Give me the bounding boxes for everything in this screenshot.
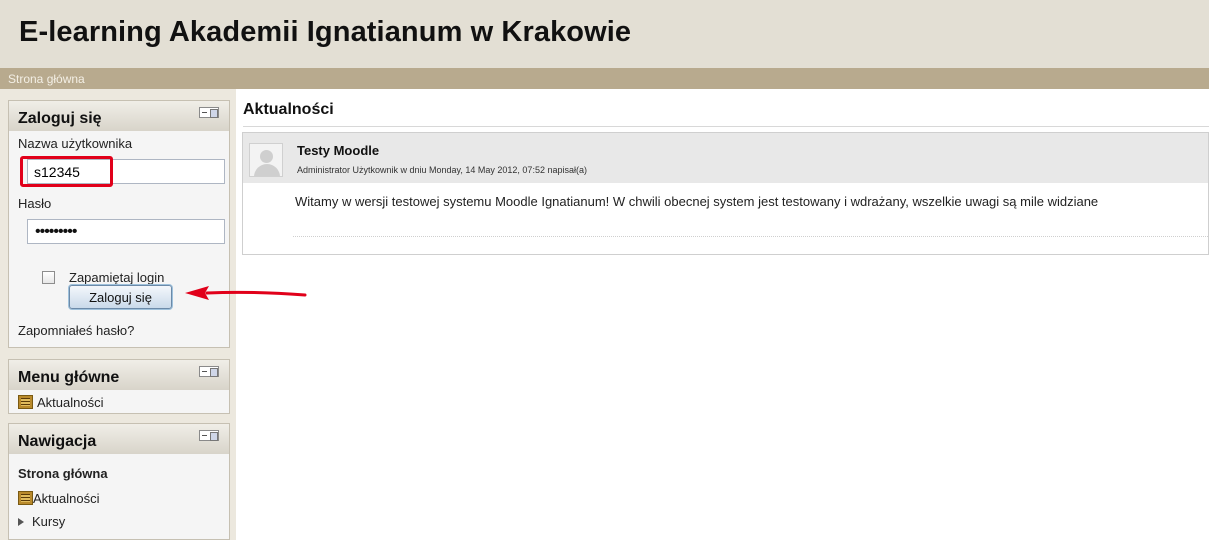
site-title: E-learning Akademii Ignatianum w Krakowi… xyxy=(19,16,632,48)
forgot-password-link[interactable]: Zapomniałeś hasło? xyxy=(18,323,134,338)
red-arrow-annotation xyxy=(185,286,307,300)
navigation-item-courses[interactable]: Kursy xyxy=(18,514,65,529)
main-menu-title: Menu główne xyxy=(18,369,120,386)
login-button[interactable]: Zaloguj się xyxy=(69,285,172,309)
username-highlight-box xyxy=(20,156,113,187)
hide-block-icon[interactable] xyxy=(199,430,219,441)
navigation-item-news[interactable]: Aktualności xyxy=(18,491,99,506)
news-forum-icon xyxy=(18,395,33,409)
main-menu-item-label: Aktualności xyxy=(37,395,104,410)
login-block: Zaloguj się Nazwa użytkownika Hasło ••••… xyxy=(8,100,230,348)
section-divider xyxy=(243,126,1209,127)
main-menu-header: Menu główne xyxy=(9,360,229,390)
password-label: Hasło xyxy=(18,196,52,211)
hide-block-icon[interactable] xyxy=(199,366,219,377)
post-subject: Testy Moodle xyxy=(297,143,380,158)
breadcrumb-home-link[interactable]: Strona główna xyxy=(8,72,85,86)
post-header: Testy Moodle Administrator Użytkownik w … xyxy=(243,133,1208,183)
navigation-block: Nawigacja Strona główna Aktualności Kurs… xyxy=(8,423,230,540)
news-forum-icon xyxy=(18,491,33,505)
main-menu-item-news[interactable]: Aktualności xyxy=(18,395,103,410)
navigation-title: Nawigacja xyxy=(18,433,97,450)
password-input[interactable]: ••••••••• xyxy=(27,219,225,244)
password-mask: ••••••••• xyxy=(35,223,77,240)
user-avatar[interactable] xyxy=(249,143,283,177)
login-block-title: Zaloguj się xyxy=(18,110,102,127)
page-header: E-learning Akademii Ignatianum w Krakowi… xyxy=(0,0,1209,68)
hide-block-icon[interactable] xyxy=(199,107,219,118)
login-block-header: Zaloguj się xyxy=(9,101,229,131)
post-body: Witamy w wersji testowej systemu Moodle … xyxy=(295,194,1099,209)
navigation-item-label: Aktualności xyxy=(33,491,100,506)
navigation-item-label: Kursy xyxy=(32,514,66,529)
remember-label: Zapamiętaj login xyxy=(69,270,165,285)
username-label: Nazwa użytkownika xyxy=(18,136,133,151)
breadcrumb: Strona główna xyxy=(0,68,1209,89)
navigation-header: Nawigacja xyxy=(9,424,229,454)
forum-post: Testy Moodle Administrator Użytkownik w … xyxy=(242,132,1209,255)
remember-checkbox[interactable] xyxy=(42,271,55,284)
post-author-line: Administrator Użytkownik w dniu Monday, … xyxy=(297,165,587,175)
post-separator xyxy=(293,236,1209,237)
navigation-home-link[interactable]: Strona główna xyxy=(18,466,108,481)
main-menu-block: Menu główne Aktualności xyxy=(8,359,230,414)
expand-triangle-icon[interactable] xyxy=(18,518,24,526)
news-section-title: Aktualności xyxy=(243,101,334,118)
